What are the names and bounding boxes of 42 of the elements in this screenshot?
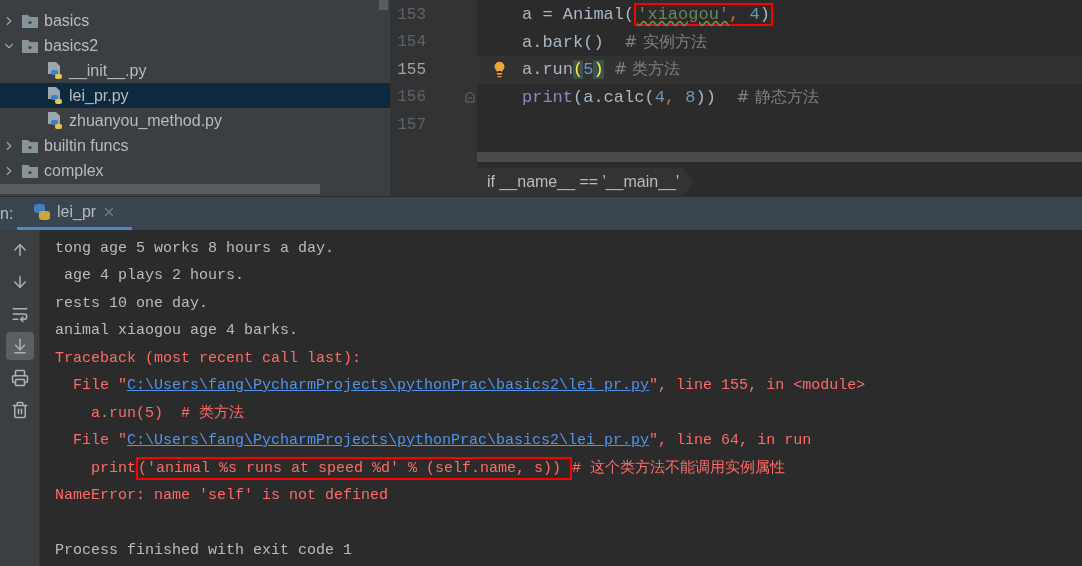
folder-item[interactable]: basics2 xyxy=(0,33,390,58)
code-line: a.bark() # 实例方法 xyxy=(522,30,707,54)
horizontal-scrollbar[interactable] xyxy=(477,152,1082,162)
file-item[interactable]: zhuanyou_method.py xyxy=(0,108,390,133)
printer-icon xyxy=(10,369,29,387)
vertical-scrollbar[interactable] xyxy=(379,0,388,10)
error-line: NameError: name 'self' is not defined xyxy=(55,486,389,506)
folder-item[interactable]: basics xyxy=(0,8,390,33)
code-line: a.run(5) # 类方法 xyxy=(522,58,681,81)
folder-icon xyxy=(22,138,38,153)
python-file-icon xyxy=(47,61,63,80)
trash-icon xyxy=(10,401,29,419)
file-link[interactable]: C:\Users\fang\PycharmProjects\pythonPrac\basics2\lei_pr.py xyxy=(127,432,650,449)
run-label: n: xyxy=(0,203,15,224)
fold-marker-icon[interactable] xyxy=(465,91,475,104)
line-number: 155 xyxy=(396,59,426,81)
code-line: print(a.calc(4, 8)) # 静态方法 xyxy=(522,85,819,109)
scroll-to-end-button[interactable] xyxy=(5,332,34,360)
file-link[interactable]: C:\Users\fang\PycharmProjects\pythonPrac\basics2\lei_pr.py xyxy=(127,377,650,394)
output-line: Process finished with exit code 1 xyxy=(55,541,353,561)
folder-icon xyxy=(22,38,38,53)
code-line: a = Animal( 'xiaogou', 4) xyxy=(522,2,773,28)
folder-icon xyxy=(22,13,38,28)
soft-wrap-icon xyxy=(10,305,29,323)
breadcrumb[interactable]: if __name__ == '__main__' xyxy=(477,168,694,196)
folder-icon xyxy=(22,163,38,178)
file-item[interactable]: __init__.py xyxy=(0,58,390,83)
folder-item[interactable]: complex xyxy=(0,158,390,183)
error-line: File "C:\Users\fang\PycharmProjects\pythonPrac\basics2\lei_pr.py", line 64, in run xyxy=(72,431,812,451)
output-line: rests 10 one day. xyxy=(55,293,209,314)
error-line: Traceback (most recent call last): xyxy=(55,348,362,369)
folder-item[interactable]: builtin funcs xyxy=(0,133,390,158)
python-file-icon xyxy=(47,111,63,130)
horizontal-scrollbar[interactable] xyxy=(0,184,320,194)
python-file-icon xyxy=(47,86,63,105)
output-line: tong age 5 works 8 hours a day. xyxy=(55,238,335,259)
error-line: a.run(5) # 类方法 xyxy=(90,403,245,424)
output-line: age 4 plays 2 hours. xyxy=(63,266,245,286)
python-icon xyxy=(33,203,51,221)
error-line: File "C:\Users\fang\PycharmProjects\pythonPrac\basics2\lei_pr.py", line 155, in <module> xyxy=(72,376,866,396)
output-line: animal xiaogou age 4 barks. xyxy=(55,321,299,341)
file-item[interactable]: lei_pr.py xyxy=(0,83,390,108)
